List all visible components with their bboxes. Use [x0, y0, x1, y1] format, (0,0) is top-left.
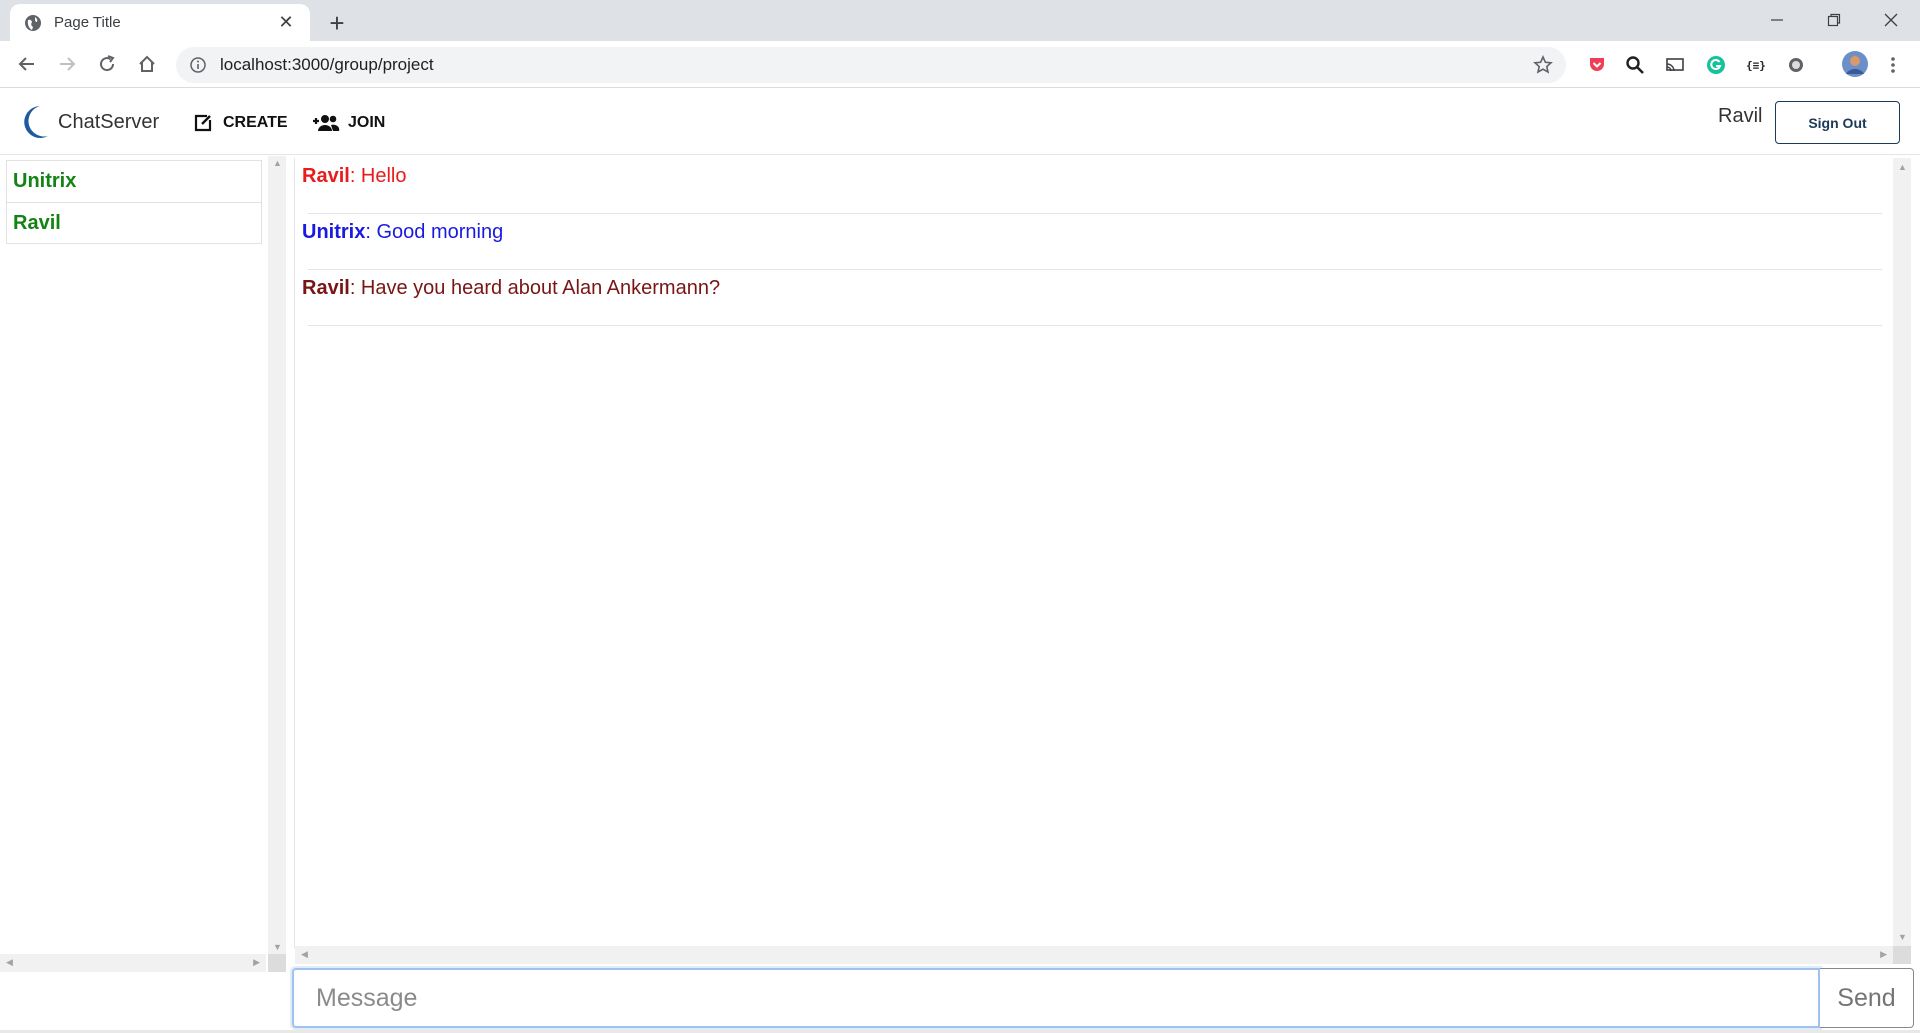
restore-icon[interactable] [1805, 0, 1862, 40]
message-text: : Have you heard about Alan Ankermann? [349, 277, 721, 299]
sign-out-button[interactable]: Sign Out [1775, 101, 1900, 144]
window-close-icon[interactable] [1862, 0, 1919, 40]
chat-vertical-scrollbar[interactable]: ▲ ▼ [1893, 158, 1911, 946]
join-link[interactable]: JOIN [312, 109, 385, 137]
app-navbar: ChatServer CREATE JOIN Ravil Sign Out [0, 89, 1920, 155]
message-text: : Good morning [365, 221, 504, 243]
scroll-right-icon[interactable]: ▶ [1880, 949, 1887, 960]
message-input[interactable] [292, 968, 1820, 1028]
scrollbar-corner [1893, 946, 1911, 964]
scroll-right-icon[interactable]: ▶ [253, 957, 260, 968]
tab-close-icon[interactable]: ✕ [276, 12, 296, 33]
scroll-up-icon[interactable]: ▲ [1898, 162, 1907, 172]
browser-tab-strip: Page Title ✕ + [0, 0, 1920, 41]
address-bar[interactable]: localhost:3000/group/project [176, 47, 1566, 83]
more-vertical-icon[interactable] [1880, 52, 1906, 78]
scroll-up-icon[interactable]: ▲ [273, 158, 282, 168]
chat-message: Unitrix: Good morning [302, 214, 1882, 270]
crescent-moon-icon [24, 106, 48, 138]
browser-tab-title: Page Title [54, 14, 121, 31]
message-author: Unitrix [302, 221, 366, 243]
message-author: Ravil [302, 165, 350, 187]
browser-toolbar: localhost:3000/group/project {≡} [0, 41, 1920, 88]
edit-icon [193, 112, 219, 134]
chat-horizontal-scrollbar[interactable]: ◀ ▶ [295, 946, 1893, 964]
globe-icon [24, 14, 42, 32]
members-list: Unitrix Ravil [6, 160, 262, 244]
send-button[interactable]: Send [1820, 968, 1914, 1028]
message-text: : Hello [349, 165, 407, 187]
create-label: CREATE [223, 114, 288, 131]
address-url: localhost:3000/group/project [220, 55, 434, 74]
json-formatter-icon[interactable]: {≡} [1743, 52, 1769, 78]
scroll-down-icon[interactable]: ▼ [1898, 932, 1907, 942]
chat-messages: Ravil: Hello Unitrix: Good morning Ravil… [294, 158, 1894, 948]
chat-message: Ravil: Hello [302, 158, 1882, 214]
brand-name: ChatServer [58, 110, 160, 133]
sidebar-horizontal-scrollbar[interactable]: ◀ ▶ [0, 954, 266, 972]
reload-icon[interactable] [92, 49, 122, 79]
scroll-down-icon[interactable]: ▼ [273, 942, 282, 952]
avatar[interactable] [1840, 49, 1870, 79]
extension-circle-icon[interactable] [1783, 52, 1809, 78]
chat-message: Ravil: Have you heard about Alan Ankerma… [302, 270, 1882, 326]
join-label: JOIN [348, 114, 386, 131]
forward-arrow-icon[interactable] [52, 49, 82, 79]
grammarly-icon[interactable] [1703, 52, 1729, 78]
back-arrow-icon[interactable] [12, 49, 42, 79]
scrollbar-corner [268, 954, 286, 972]
svg-text:{≡}: {≡} [1746, 59, 1766, 72]
cast-icon[interactable] [1662, 52, 1688, 78]
message-author: Ravil [302, 277, 350, 299]
member-item[interactable]: Unitrix [6, 160, 262, 202]
current-username: Ravil [1718, 105, 1763, 127]
minimize-icon[interactable] [1748, 0, 1805, 40]
info-icon[interactable] [188, 55, 208, 75]
sidebar-vertical-scrollbar[interactable]: ▲ ▼ [268, 156, 286, 954]
search-icon[interactable] [1622, 52, 1648, 78]
new-tab-icon[interactable]: + [322, 8, 352, 38]
message-divider [308, 325, 1882, 326]
members-sidebar: Unitrix Ravil ▲ ▼ ◀ ▶ [0, 156, 288, 974]
scroll-left-icon[interactable]: ◀ [6, 957, 13, 968]
brand-link[interactable]: ChatServer [18, 102, 159, 142]
bookmark-star-icon[interactable] [1528, 50, 1558, 80]
message-composer: Send [292, 968, 1914, 1028]
user-plus-icon [312, 112, 344, 134]
create-link[interactable]: CREATE [193, 109, 288, 137]
browser-tab[interactable]: Page Title ✕ [10, 4, 310, 41]
pocket-icon[interactable] [1584, 52, 1610, 78]
member-item[interactable]: Ravil [6, 202, 262, 244]
scroll-left-icon[interactable]: ◀ [301, 949, 308, 960]
home-icon[interactable] [132, 49, 162, 79]
